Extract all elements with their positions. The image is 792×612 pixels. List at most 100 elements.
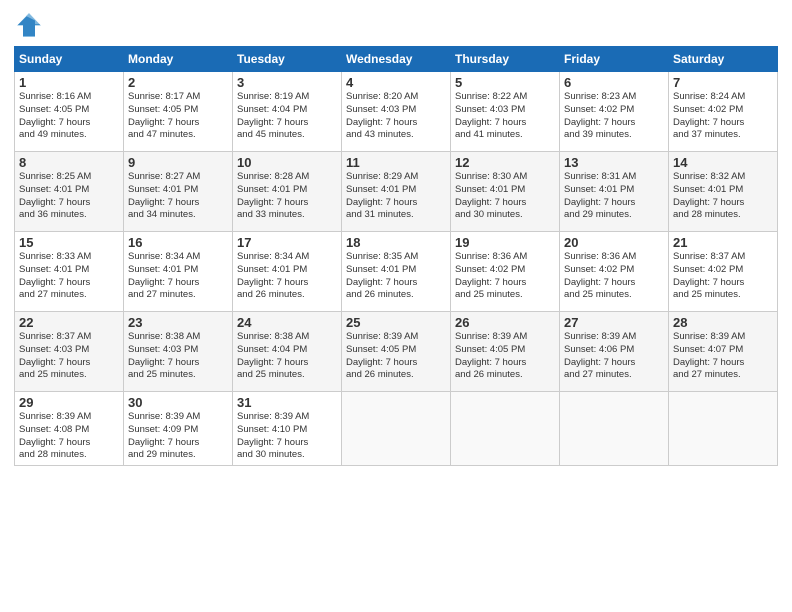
weekday-header: Sunday xyxy=(15,47,124,72)
calendar-cell: 18 Sunrise: 8:35 AM Sunset: 4:01 PM Dayl… xyxy=(342,232,451,312)
calendar-cell: 20 Sunrise: 8:36 AM Sunset: 4:02 PM Dayl… xyxy=(560,232,669,312)
weekday-header: Tuesday xyxy=(233,47,342,72)
daylight-label: Daylight: 7 hours xyxy=(128,437,199,448)
logo-icon xyxy=(14,10,44,40)
sunset-label: Sunset: 4:03 PM xyxy=(128,344,198,355)
calendar-cell xyxy=(669,392,778,466)
daylight-minutes: and 37 minutes. xyxy=(673,129,741,140)
calendar-cell: 24 Sunrise: 8:38 AM Sunset: 4:04 PM Dayl… xyxy=(233,312,342,392)
daylight-minutes: and 25 minutes. xyxy=(564,289,632,300)
day-info: Sunrise: 8:36 AM Sunset: 4:02 PM Dayligh… xyxy=(455,251,555,302)
daylight-label: Daylight: 7 hours xyxy=(128,197,199,208)
day-number: 8 xyxy=(19,155,119,170)
calendar-cell: 29 Sunrise: 8:39 AM Sunset: 4:08 PM Dayl… xyxy=(15,392,124,466)
weekday-header: Thursday xyxy=(451,47,560,72)
day-info: Sunrise: 8:32 AM Sunset: 4:01 PM Dayligh… xyxy=(673,171,773,222)
day-info: Sunrise: 8:28 AM Sunset: 4:01 PM Dayligh… xyxy=(237,171,337,222)
calendar-cell: 17 Sunrise: 8:34 AM Sunset: 4:01 PM Dayl… xyxy=(233,232,342,312)
day-info: Sunrise: 8:35 AM Sunset: 4:01 PM Dayligh… xyxy=(346,251,446,302)
calendar-cell: 23 Sunrise: 8:38 AM Sunset: 4:03 PM Dayl… xyxy=(124,312,233,392)
weekday-header: Monday xyxy=(124,47,233,72)
daylight-label: Daylight: 7 hours xyxy=(19,117,90,128)
sunrise-label: Sunrise: 8:24 AM xyxy=(673,91,745,102)
daylight-minutes: and 27 minutes. xyxy=(128,289,196,300)
sunset-label: Sunset: 4:01 PM xyxy=(128,184,198,195)
sunrise-label: Sunrise: 8:22 AM xyxy=(455,91,527,102)
day-number: 26 xyxy=(455,315,555,330)
calendar-cell: 4 Sunrise: 8:20 AM Sunset: 4:03 PM Dayli… xyxy=(342,72,451,152)
day-info: Sunrise: 8:27 AM Sunset: 4:01 PM Dayligh… xyxy=(128,171,228,222)
calendar-cell: 16 Sunrise: 8:34 AM Sunset: 4:01 PM Dayl… xyxy=(124,232,233,312)
sunset-label: Sunset: 4:10 PM xyxy=(237,424,307,435)
sunset-label: Sunset: 4:07 PM xyxy=(673,344,743,355)
calendar-cell: 25 Sunrise: 8:39 AM Sunset: 4:05 PM Dayl… xyxy=(342,312,451,392)
sunrise-label: Sunrise: 8:20 AM xyxy=(346,91,418,102)
sunset-label: Sunset: 4:03 PM xyxy=(346,104,416,115)
calendar-cell: 14 Sunrise: 8:32 AM Sunset: 4:01 PM Dayl… xyxy=(669,152,778,232)
daylight-minutes: and 29 minutes. xyxy=(128,449,196,460)
sunset-label: Sunset: 4:03 PM xyxy=(455,104,525,115)
day-number: 27 xyxy=(564,315,664,330)
day-number: 2 xyxy=(128,75,228,90)
daylight-label: Daylight: 7 hours xyxy=(237,197,308,208)
sunrise-label: Sunrise: 8:29 AM xyxy=(346,171,418,182)
day-number: 29 xyxy=(19,395,119,410)
sunset-label: Sunset: 4:05 PM xyxy=(128,104,198,115)
weekday-header: Saturday xyxy=(669,47,778,72)
calendar-cell: 28 Sunrise: 8:39 AM Sunset: 4:07 PM Dayl… xyxy=(669,312,778,392)
daylight-minutes: and 25 minutes. xyxy=(128,369,196,380)
day-number: 10 xyxy=(237,155,337,170)
day-number: 21 xyxy=(673,235,773,250)
day-info: Sunrise: 8:37 AM Sunset: 4:02 PM Dayligh… xyxy=(673,251,773,302)
day-number: 14 xyxy=(673,155,773,170)
sunset-label: Sunset: 4:01 PM xyxy=(346,184,416,195)
daylight-minutes: and 25 minutes. xyxy=(237,369,305,380)
day-info: Sunrise: 8:39 AM Sunset: 4:10 PM Dayligh… xyxy=(237,411,337,462)
sunrise-label: Sunrise: 8:23 AM xyxy=(564,91,636,102)
calendar-cell: 13 Sunrise: 8:31 AM Sunset: 4:01 PM Dayl… xyxy=(560,152,669,232)
sunrise-label: Sunrise: 8:17 AM xyxy=(128,91,200,102)
daylight-minutes: and 28 minutes. xyxy=(19,449,87,460)
sunset-label: Sunset: 4:05 PM xyxy=(346,344,416,355)
sunset-label: Sunset: 4:02 PM xyxy=(455,264,525,275)
daylight-minutes: and 43 minutes. xyxy=(346,129,414,140)
day-number: 16 xyxy=(128,235,228,250)
day-info: Sunrise: 8:36 AM Sunset: 4:02 PM Dayligh… xyxy=(564,251,664,302)
calendar-cell: 31 Sunrise: 8:39 AM Sunset: 4:10 PM Dayl… xyxy=(233,392,342,466)
sunrise-label: Sunrise: 8:32 AM xyxy=(673,171,745,182)
day-info: Sunrise: 8:39 AM Sunset: 4:05 PM Dayligh… xyxy=(455,331,555,382)
daylight-minutes: and 27 minutes. xyxy=(673,369,741,380)
calendar-cell: 30 Sunrise: 8:39 AM Sunset: 4:09 PM Dayl… xyxy=(124,392,233,466)
daylight-label: Daylight: 7 hours xyxy=(128,117,199,128)
sunset-label: Sunset: 4:02 PM xyxy=(564,104,634,115)
day-number: 28 xyxy=(673,315,773,330)
daylight-label: Daylight: 7 hours xyxy=(455,117,526,128)
sunset-label: Sunset: 4:02 PM xyxy=(673,264,743,275)
daylight-label: Daylight: 7 hours xyxy=(673,117,744,128)
sunset-label: Sunset: 4:08 PM xyxy=(19,424,89,435)
daylight-label: Daylight: 7 hours xyxy=(455,197,526,208)
day-number: 11 xyxy=(346,155,446,170)
day-number: 1 xyxy=(19,75,119,90)
day-number: 12 xyxy=(455,155,555,170)
sunrise-label: Sunrise: 8:37 AM xyxy=(19,331,91,342)
day-number: 24 xyxy=(237,315,337,330)
weekday-header: Wednesday xyxy=(342,47,451,72)
day-number: 13 xyxy=(564,155,664,170)
day-number: 4 xyxy=(346,75,446,90)
day-number: 18 xyxy=(346,235,446,250)
daylight-minutes: and 49 minutes. xyxy=(19,129,87,140)
calendar-cell: 12 Sunrise: 8:30 AM Sunset: 4:01 PM Dayl… xyxy=(451,152,560,232)
daylight-minutes: and 45 minutes. xyxy=(237,129,305,140)
day-info: Sunrise: 8:30 AM Sunset: 4:01 PM Dayligh… xyxy=(455,171,555,222)
daylight-minutes: and 33 minutes. xyxy=(237,209,305,220)
day-info: Sunrise: 8:17 AM Sunset: 4:05 PM Dayligh… xyxy=(128,91,228,142)
daylight-label: Daylight: 7 hours xyxy=(128,277,199,288)
day-number: 23 xyxy=(128,315,228,330)
sunset-label: Sunset: 4:01 PM xyxy=(237,264,307,275)
daylight-label: Daylight: 7 hours xyxy=(564,277,635,288)
sunrise-label: Sunrise: 8:27 AM xyxy=(128,171,200,182)
daylight-label: Daylight: 7 hours xyxy=(564,357,635,368)
day-number: 22 xyxy=(19,315,119,330)
sunrise-label: Sunrise: 8:36 AM xyxy=(455,251,527,262)
